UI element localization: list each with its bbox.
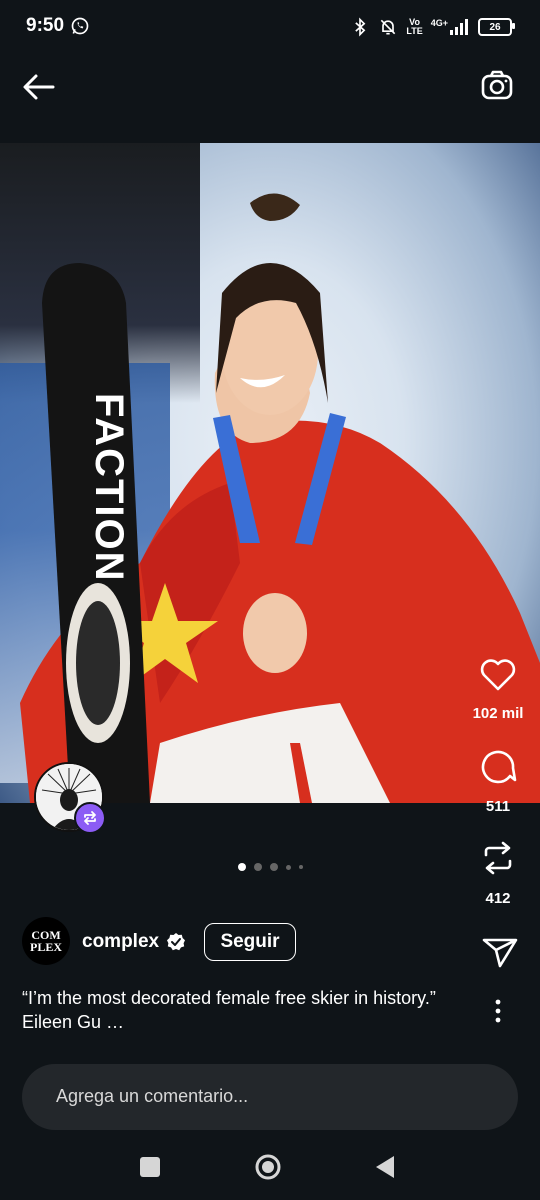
pager-dot xyxy=(285,864,291,870)
remix-badge[interactable] xyxy=(74,802,106,834)
bell-muted-icon xyxy=(381,19,396,35)
share-button[interactable] xyxy=(480,932,520,972)
post-image[interactable]: FACTION xyxy=(0,143,540,803)
signal-bars-icon xyxy=(450,19,468,35)
signal-group: 4G+ xyxy=(431,19,470,35)
svg-text:FACTION: FACTION xyxy=(87,393,131,583)
recent-apps-button[interactable] xyxy=(140,1157,160,1177)
comment-count: 511 xyxy=(485,798,511,815)
verified-icon xyxy=(167,933,185,951)
remix-icon xyxy=(84,811,96,825)
back-button[interactable] xyxy=(20,68,58,106)
comment-button[interactable] xyxy=(478,746,518,786)
author-avatar[interactable]: COM PLEX xyxy=(22,917,70,965)
volte-indicator: Vo LTE xyxy=(406,18,422,36)
more-options-icon[interactable] xyxy=(486,998,510,1024)
repost-count: 412 xyxy=(485,890,511,907)
follow-button[interactable]: Seguir xyxy=(204,923,296,961)
bluetooth-icon xyxy=(355,17,366,37)
comment-placeholder: Agrega un comentario... xyxy=(56,1086,249,1106)
photo-illustration: FACTION xyxy=(20,193,540,803)
home-button[interactable] xyxy=(254,1153,282,1181)
pager-dot xyxy=(269,863,278,871)
repost-button[interactable] xyxy=(478,838,518,878)
author-name[interactable]: complex xyxy=(82,931,159,953)
signal-label: 4G+ xyxy=(430,18,448,28)
status-icons: Vo LTE 4G+ 26 xyxy=(350,14,515,40)
volte-bottom: LTE xyxy=(406,26,423,36)
camera-icon[interactable] xyxy=(480,68,514,102)
like-button[interactable] xyxy=(478,655,518,695)
battery-icon: 26 xyxy=(478,18,515,36)
post-caption[interactable]: “I’m the most decorated female free skie… xyxy=(22,986,442,1034)
status-time: 9:50 xyxy=(26,15,65,36)
nav-back-button[interactable] xyxy=(374,1154,396,1180)
pager-dot xyxy=(253,863,262,871)
whatsapp-icon xyxy=(71,17,89,35)
pager-dot xyxy=(298,865,303,869)
author-logo-line2: PLEX xyxy=(29,940,62,954)
pager-dot xyxy=(237,863,246,871)
like-count: 102 mil xyxy=(472,705,524,722)
carousel-pager xyxy=(0,863,540,871)
